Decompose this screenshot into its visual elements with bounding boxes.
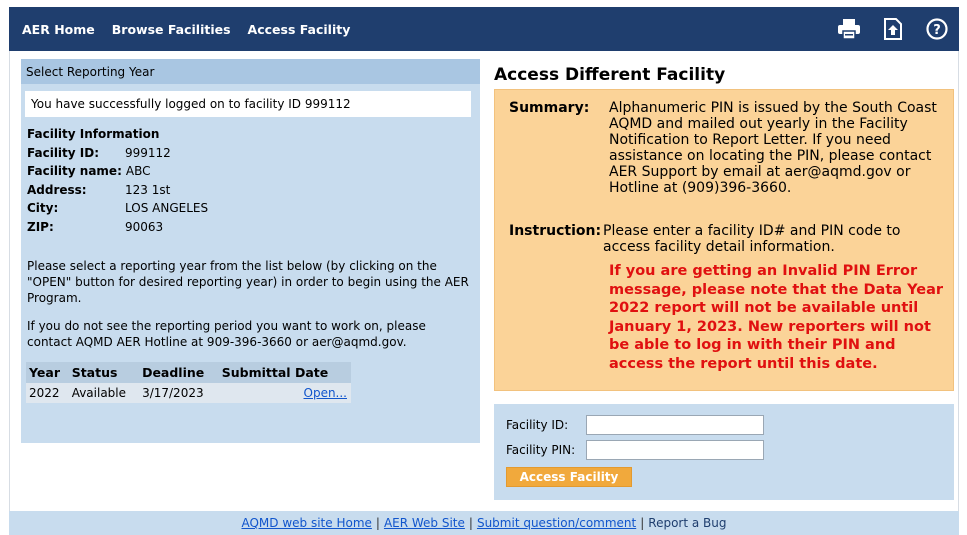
zip-row: ZIP: 90063 xyxy=(27,218,480,237)
facility-pin-input[interactable] xyxy=(586,440,764,460)
select-year-panel: Select Reporting Year You have successfu… xyxy=(21,59,480,443)
reporting-year-table: Year Status Deadline Submittal Date 2022… xyxy=(26,362,351,403)
facility-id-label: Facility ID: xyxy=(27,145,100,160)
cell-deadline: 3/17/2023 xyxy=(139,383,219,403)
printer-icon[interactable] xyxy=(835,15,863,43)
select-year-instructions: Please select a reporting year from the … xyxy=(27,259,469,305)
help-icon[interactable]: ? xyxy=(923,15,951,43)
svg-text:?: ? xyxy=(933,23,941,38)
frame-border-right xyxy=(958,51,959,511)
city-value: LOS ANGELES xyxy=(125,201,209,215)
facility-id-field-label: Facility ID: xyxy=(506,418,569,432)
city-label: City: xyxy=(27,201,59,215)
footer-separator: | xyxy=(468,516,473,530)
col-submittal-date: Submittal Date xyxy=(218,362,351,383)
city-row: City: LOS ANGELES xyxy=(27,199,480,218)
cell-year: 2022 xyxy=(26,383,69,403)
hotline-instructions: If you do not see the reporting period y… xyxy=(27,319,426,349)
footer-link-submit-question[interactable]: Submit question/comment xyxy=(477,516,636,530)
facility-id-input[interactable] xyxy=(586,415,764,435)
facility-name-label: Facility name: xyxy=(27,164,122,178)
table-header-row: Year Status Deadline Submittal Date xyxy=(26,362,351,383)
zip-value: 90063 xyxy=(125,219,164,234)
access-facility-form: Facility ID: Facility PIN: Access Facili… xyxy=(494,404,954,500)
address-value: 123 1st xyxy=(125,182,171,197)
summary-box: Summary: Alphanumeric PIN is issued by t… xyxy=(494,89,954,391)
footer-link-aqmd-home[interactable]: AQMD web site Home xyxy=(241,516,371,530)
facility-pin-field-label: Facility PIN: xyxy=(506,443,576,457)
access-facility-button[interactable]: Access Facility xyxy=(506,467,632,487)
facility-pin-field-row: Facility PIN: xyxy=(506,440,764,460)
address-label: Address: xyxy=(27,182,87,197)
nav-aer-home[interactable]: AER Home xyxy=(22,22,95,37)
facility-id-field-row: Facility ID: xyxy=(506,415,764,435)
summary-label: Summary: xyxy=(509,100,590,116)
panel-header: Select Reporting Year xyxy=(21,59,480,84)
summary-text: Alphanumeric PIN is issued by the South … xyxy=(609,100,937,196)
facility-id-row: Facility ID: 999112 xyxy=(27,144,480,163)
facility-name-value: ABC xyxy=(125,164,151,178)
col-status: Status xyxy=(68,362,140,383)
facility-name-row: Facility name: ABC xyxy=(27,162,480,181)
facility-id-value: 999112 xyxy=(125,145,171,160)
upload-icon[interactable] xyxy=(879,15,907,43)
login-message: You have successfully logged on to facil… xyxy=(25,91,471,117)
zip-label: ZIP: xyxy=(27,219,54,234)
footer-separator: | xyxy=(640,516,645,530)
cell-submittal: Open... xyxy=(218,383,351,403)
footer: AQMD web site Home | AER Web Site | Submit q… xyxy=(9,511,959,535)
table-row: 2022 Available 3/17/2023 Open... xyxy=(26,383,351,403)
frame-border-left xyxy=(9,51,10,511)
top-nav-bar: AER Home Browse Facilities Access Facili… xyxy=(9,7,959,51)
footer-link-aer-site[interactable]: AER Web Site xyxy=(384,516,465,530)
col-year: Year xyxy=(26,362,69,383)
col-deadline: Deadline xyxy=(139,362,219,383)
facility-info: Facility Information Facility ID: 999112… xyxy=(21,117,480,236)
nav-browse-facilities[interactable]: Browse Facilities xyxy=(112,22,231,37)
footer-link-report-bug[interactable]: Report a Bug xyxy=(648,516,726,530)
instruction-text: Please enter a facility ID# and PIN code… xyxy=(603,223,901,255)
nav-access-facility[interactable]: Access Facility xyxy=(248,22,351,37)
cell-status: Available xyxy=(68,383,140,403)
footer-separator: | xyxy=(375,516,380,530)
facility-info-title: Facility Information xyxy=(27,127,160,141)
open-year-link[interactable]: Open... xyxy=(304,386,348,400)
instruction-label: Instruction: xyxy=(509,223,602,239)
page-title: Access Different Facility xyxy=(494,65,726,85)
invalid-pin-warning: If you are getting an Invalid PIN Error … xyxy=(609,263,944,372)
address-row: Address: 123 1st xyxy=(27,181,480,200)
